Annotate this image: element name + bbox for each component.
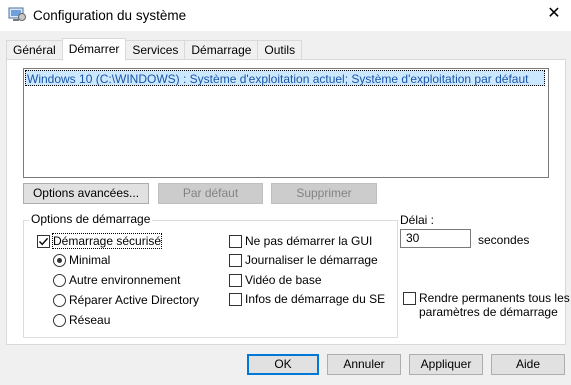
tab-boot[interactable]: Démarrer bbox=[61, 38, 127, 61]
network-radio[interactable] bbox=[53, 314, 66, 327]
boot-options-title: Options de démarrage bbox=[29, 212, 153, 226]
base-video-checkbox[interactable] bbox=[229, 274, 242, 287]
safe-boot-checkbox[interactable] bbox=[37, 235, 50, 248]
tab-startup[interactable]: Démarrage bbox=[184, 40, 259, 60]
timeout-unit-label: secondes bbox=[478, 233, 530, 247]
minimal-label[interactable]: Minimal bbox=[69, 253, 110, 267]
cancel-button[interactable]: Annuler bbox=[327, 354, 401, 375]
tab-services[interactable]: Services bbox=[125, 40, 186, 60]
boot-log-label[interactable]: Journaliser le démarrage bbox=[245, 253, 378, 267]
timeout-input[interactable]: 30 bbox=[400, 229, 471, 248]
apply-button[interactable]: Appliquer bbox=[409, 354, 483, 375]
close-icon[interactable]: ✕ bbox=[543, 2, 565, 24]
tab-general[interactable]: Général bbox=[6, 40, 63, 60]
timeout-label: Délai : bbox=[400, 213, 435, 227]
tab-strip: Général Démarrer Services Démarrage Outi… bbox=[6, 38, 303, 61]
system-config-icon bbox=[8, 7, 26, 23]
no-gui-boot-label[interactable]: Ne pas démarrer la GUI bbox=[245, 234, 372, 248]
checkmark-icon bbox=[38, 237, 49, 246]
minimal-radio[interactable] bbox=[53, 254, 66, 267]
set-default-button[interactable]: Par défaut bbox=[158, 183, 263, 204]
list-item[interactable]: Windows 10 (C:\WINDOWS) : Système d'expl… bbox=[25, 70, 545, 86]
network-label[interactable]: Réseau bbox=[69, 313, 110, 327]
ad-repair-label[interactable]: Réparer Active Directory bbox=[69, 293, 199, 307]
alternate-shell-label[interactable]: Autre environnement bbox=[69, 273, 180, 287]
base-video-label[interactable]: Vidéo de base bbox=[245, 273, 322, 287]
make-permanent-label-line2[interactable]: paramètres de démarrage bbox=[419, 305, 558, 319]
make-permanent-checkbox[interactable] bbox=[403, 292, 416, 305]
no-gui-boot-checkbox[interactable] bbox=[229, 235, 242, 248]
help-button[interactable]: Aide bbox=[491, 354, 565, 375]
os-boot-info-checkbox[interactable] bbox=[229, 293, 242, 306]
os-boot-info-label[interactable]: Infos de démarrage du SE bbox=[245, 292, 385, 306]
ok-button[interactable]: OK bbox=[247, 354, 319, 375]
delete-button[interactable]: Supprimer bbox=[271, 183, 377, 204]
advanced-options-button[interactable]: Options avancées... bbox=[23, 183, 149, 204]
alternate-shell-radio[interactable] bbox=[53, 274, 66, 287]
radio-selected-dot bbox=[57, 258, 62, 263]
tab-tools[interactable]: Outils bbox=[257, 40, 303, 60]
make-permanent-label-line1[interactable]: Rendre permanents tous les bbox=[419, 291, 570, 305]
ad-repair-radio[interactable] bbox=[53, 294, 66, 307]
window-title: Configuration du système bbox=[33, 8, 187, 23]
safe-boot-label[interactable]: Démarrage sécurisé bbox=[51, 233, 163, 249]
boot-log-checkbox[interactable] bbox=[229, 254, 242, 267]
